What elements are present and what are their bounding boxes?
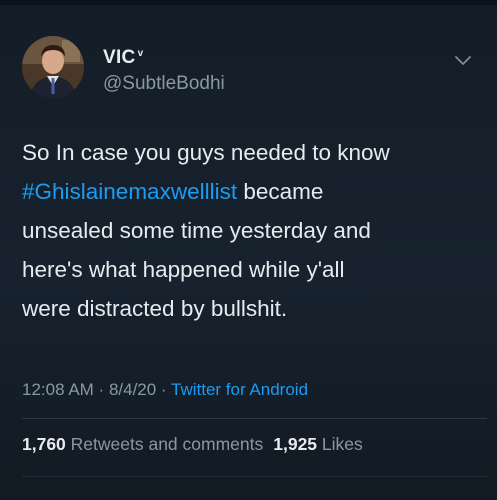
hashtag-link[interactable]: #Ghislainemaxwelllist — [22, 179, 237, 204]
chevron-down-icon[interactable] — [453, 52, 473, 68]
tweet-text: So In case you guys needed to know #Ghis… — [22, 133, 482, 328]
avatar-image — [22, 36, 84, 98]
top-edge — [0, 0, 497, 5]
meta-separator: · — [93, 380, 109, 399]
tweet-line: unsealed some time yesterday and — [22, 218, 371, 243]
tweet-stats: 1,760 Retweets and comments 1,925 Likes — [22, 434, 363, 455]
retweets-count: 1,760 — [22, 434, 66, 454]
likes-stat[interactable]: 1,925 Likes — [273, 434, 363, 454]
tweet-line-rest: became — [237, 179, 324, 204]
user-handle[interactable]: @SubtleBodhi — [103, 73, 225, 95]
tweet-card: VIC v @SubtleBodhi So In case you guys ne… — [0, 0, 497, 500]
meta-separator: · — [156, 380, 172, 399]
tweet-meta: 12:08 AM · 8/4/20 · Twitter for Android — [22, 380, 308, 400]
tweet-line: #Ghislainemaxwelllist became — [22, 172, 482, 211]
name-badge: v — [137, 47, 144, 59]
retweets-stat[interactable]: 1,760 Retweets and comments — [22, 434, 263, 454]
likes-count: 1,925 — [273, 434, 318, 454]
tweet-source-link[interactable]: Twitter for Android — [171, 380, 308, 399]
divider-bottom — [22, 476, 487, 477]
tweet-line: here's what happened while y'all — [22, 257, 345, 282]
display-name[interactable]: VIC v — [103, 47, 143, 69]
likes-label: Likes — [317, 434, 363, 454]
tweet-line: So In case you guys needed to know — [22, 140, 390, 165]
display-name-text[interactable]: VIC — [103, 47, 136, 68]
tweet-time[interactable]: 12:08 AM — [22, 380, 94, 399]
divider — [22, 418, 487, 419]
tweet-line: were distracted by bullshit. — [22, 296, 288, 321]
retweets-label: Retweets and comments — [65, 434, 264, 454]
avatar[interactable] — [22, 36, 84, 98]
tweet-date[interactable]: 8/4/20 — [109, 380, 156, 399]
